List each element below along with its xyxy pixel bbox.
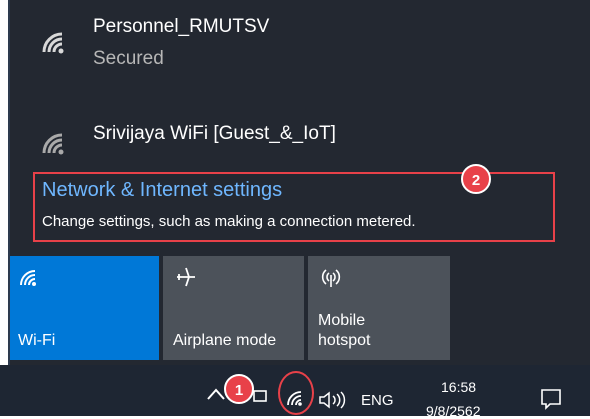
hotspot-icon <box>321 269 341 287</box>
annotation-badge-2: 2 <box>461 164 491 194</box>
network-settings-link[interactable]: Network & Internet settings <box>42 179 282 202</box>
tile-label: Wi-Fi <box>18 332 56 349</box>
wifi-icon <box>42 133 64 155</box>
wifi-tray-highlight[interactable] <box>278 371 314 415</box>
tile-label: Airplane mode <box>173 332 277 349</box>
airplane-icon <box>177 267 195 287</box>
taskbar: ENG 16:58 9/8/2562 <box>0 365 590 419</box>
network-status: Secured <box>93 48 164 69</box>
wifi-icon <box>287 391 302 406</box>
annotation-badge-1: 1 <box>224 374 254 404</box>
network-flyout: Personnel_RMUTSV Secured Srivijaya WiFi … <box>8 0 590 365</box>
network-name: Personnel_RMUTSV <box>93 16 270 37</box>
chevron-up-icon[interactable] <box>206 387 226 401</box>
clock-date[interactable]: 9/8/2562 <box>426 403 481 419</box>
volume-icon[interactable] <box>318 391 348 409</box>
network-item-personnel[interactable]: Personnel_RMUTSV Secured <box>38 10 580 80</box>
tile-airplane-mode[interactable]: Airplane mode <box>163 256 304 360</box>
action-center-icon[interactable] <box>540 388 562 410</box>
network-name: Srivijaya WiFi [Guest_&_IoT] <box>93 123 336 144</box>
network-settings-description: Change settings, such as making a connec… <box>42 213 416 230</box>
flyout-edge <box>8 0 10 365</box>
tile-label: Mobile hotspot <box>318 312 371 349</box>
monitor-icon[interactable] <box>252 389 268 407</box>
wifi-icon <box>20 270 36 286</box>
clock-time[interactable]: 16:58 <box>441 379 476 395</box>
tile-mobile-hotspot[interactable]: Mobile hotspot <box>308 256 450 360</box>
network-item-srivijaya[interactable]: Srivijaya WiFi [Guest_&_IoT] <box>38 115 580 165</box>
wifi-icon <box>42 32 64 54</box>
language-indicator[interactable]: ENG <box>361 392 394 409</box>
tile-wifi[interactable]: Wi-Fi <box>8 256 159 360</box>
